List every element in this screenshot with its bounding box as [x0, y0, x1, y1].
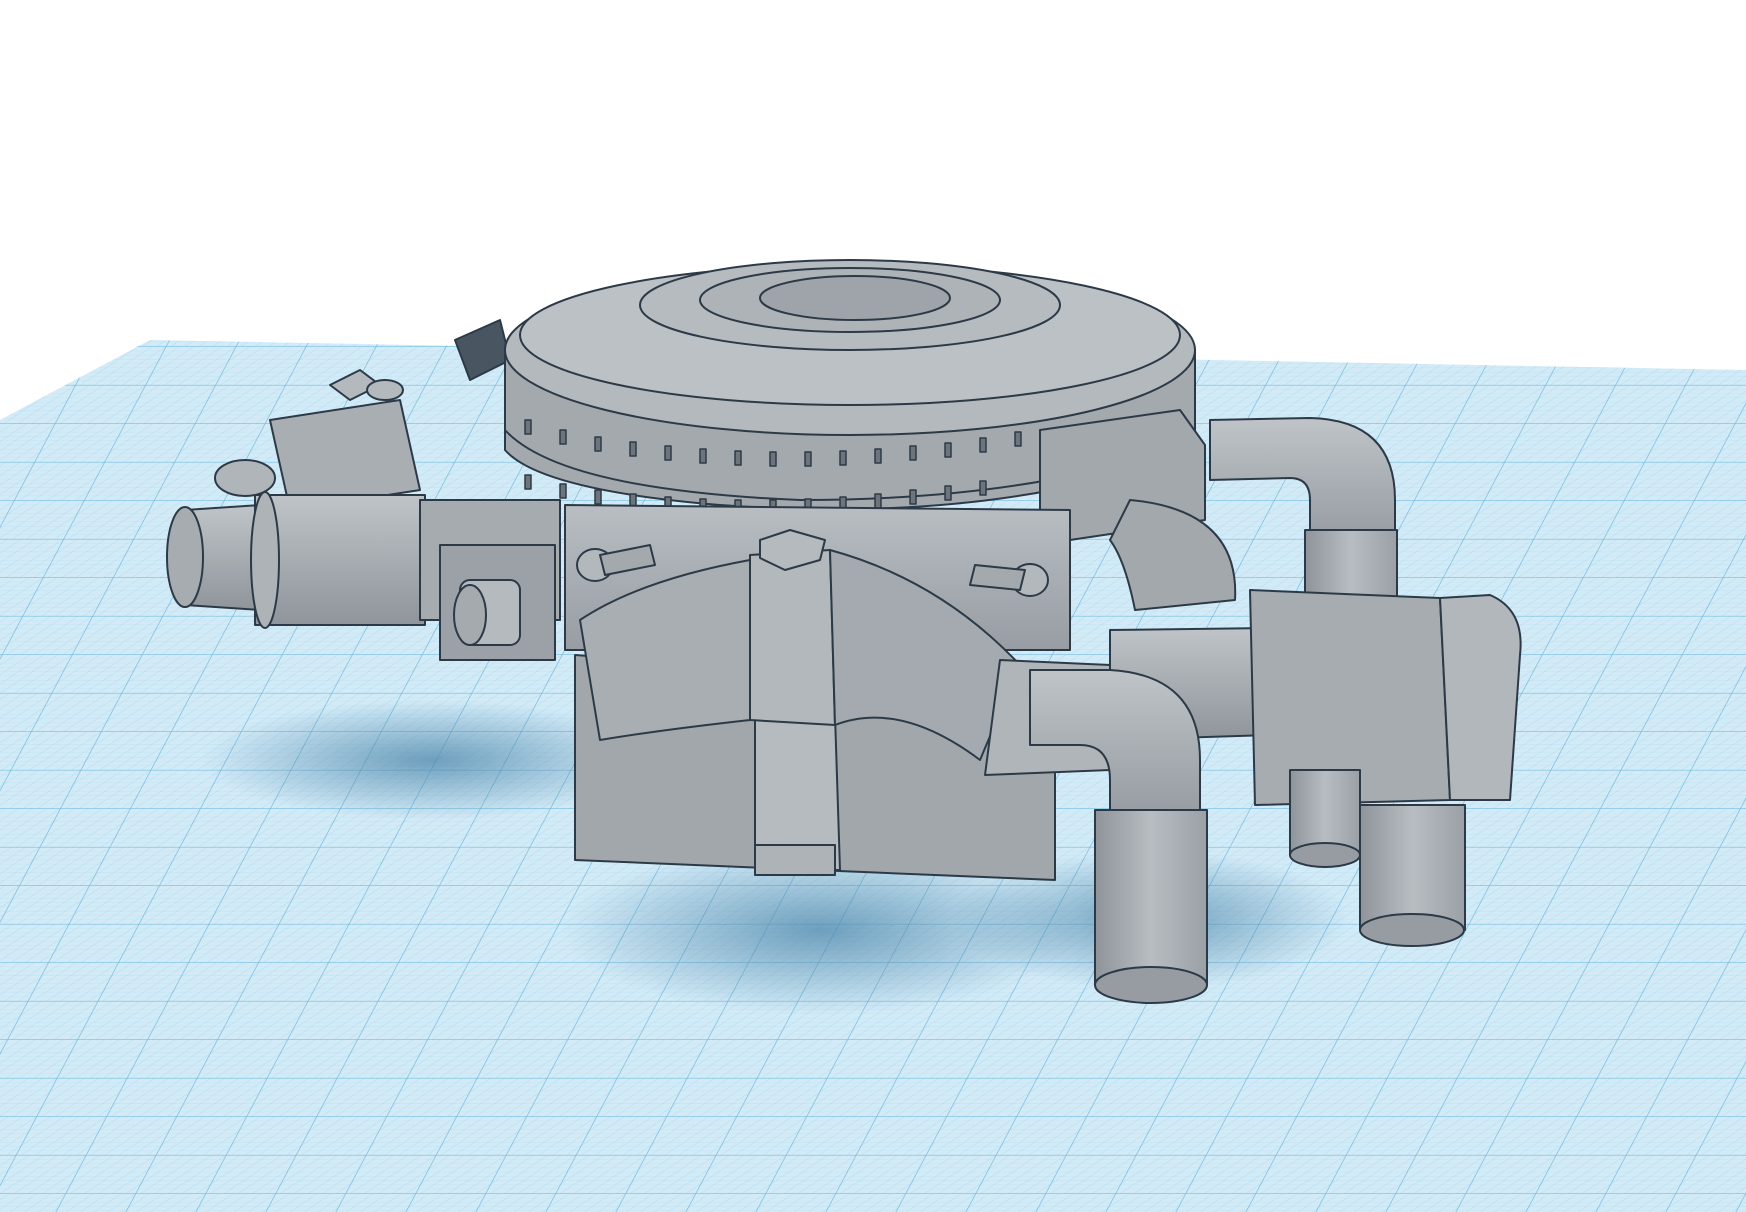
barrel-ring	[250, 491, 280, 629]
grip-block	[439, 544, 556, 661]
right-box-cap	[1439, 594, 1522, 801]
left-knob	[366, 379, 404, 401]
turret-ring-inner	[759, 275, 951, 321]
down-pipe-left	[1094, 809, 1208, 986]
down-pipe-right	[1359, 804, 1466, 931]
left-housing	[269, 399, 421, 511]
lower-foot	[754, 844, 836, 876]
3d-viewport[interactable]	[0, 0, 1746, 1212]
